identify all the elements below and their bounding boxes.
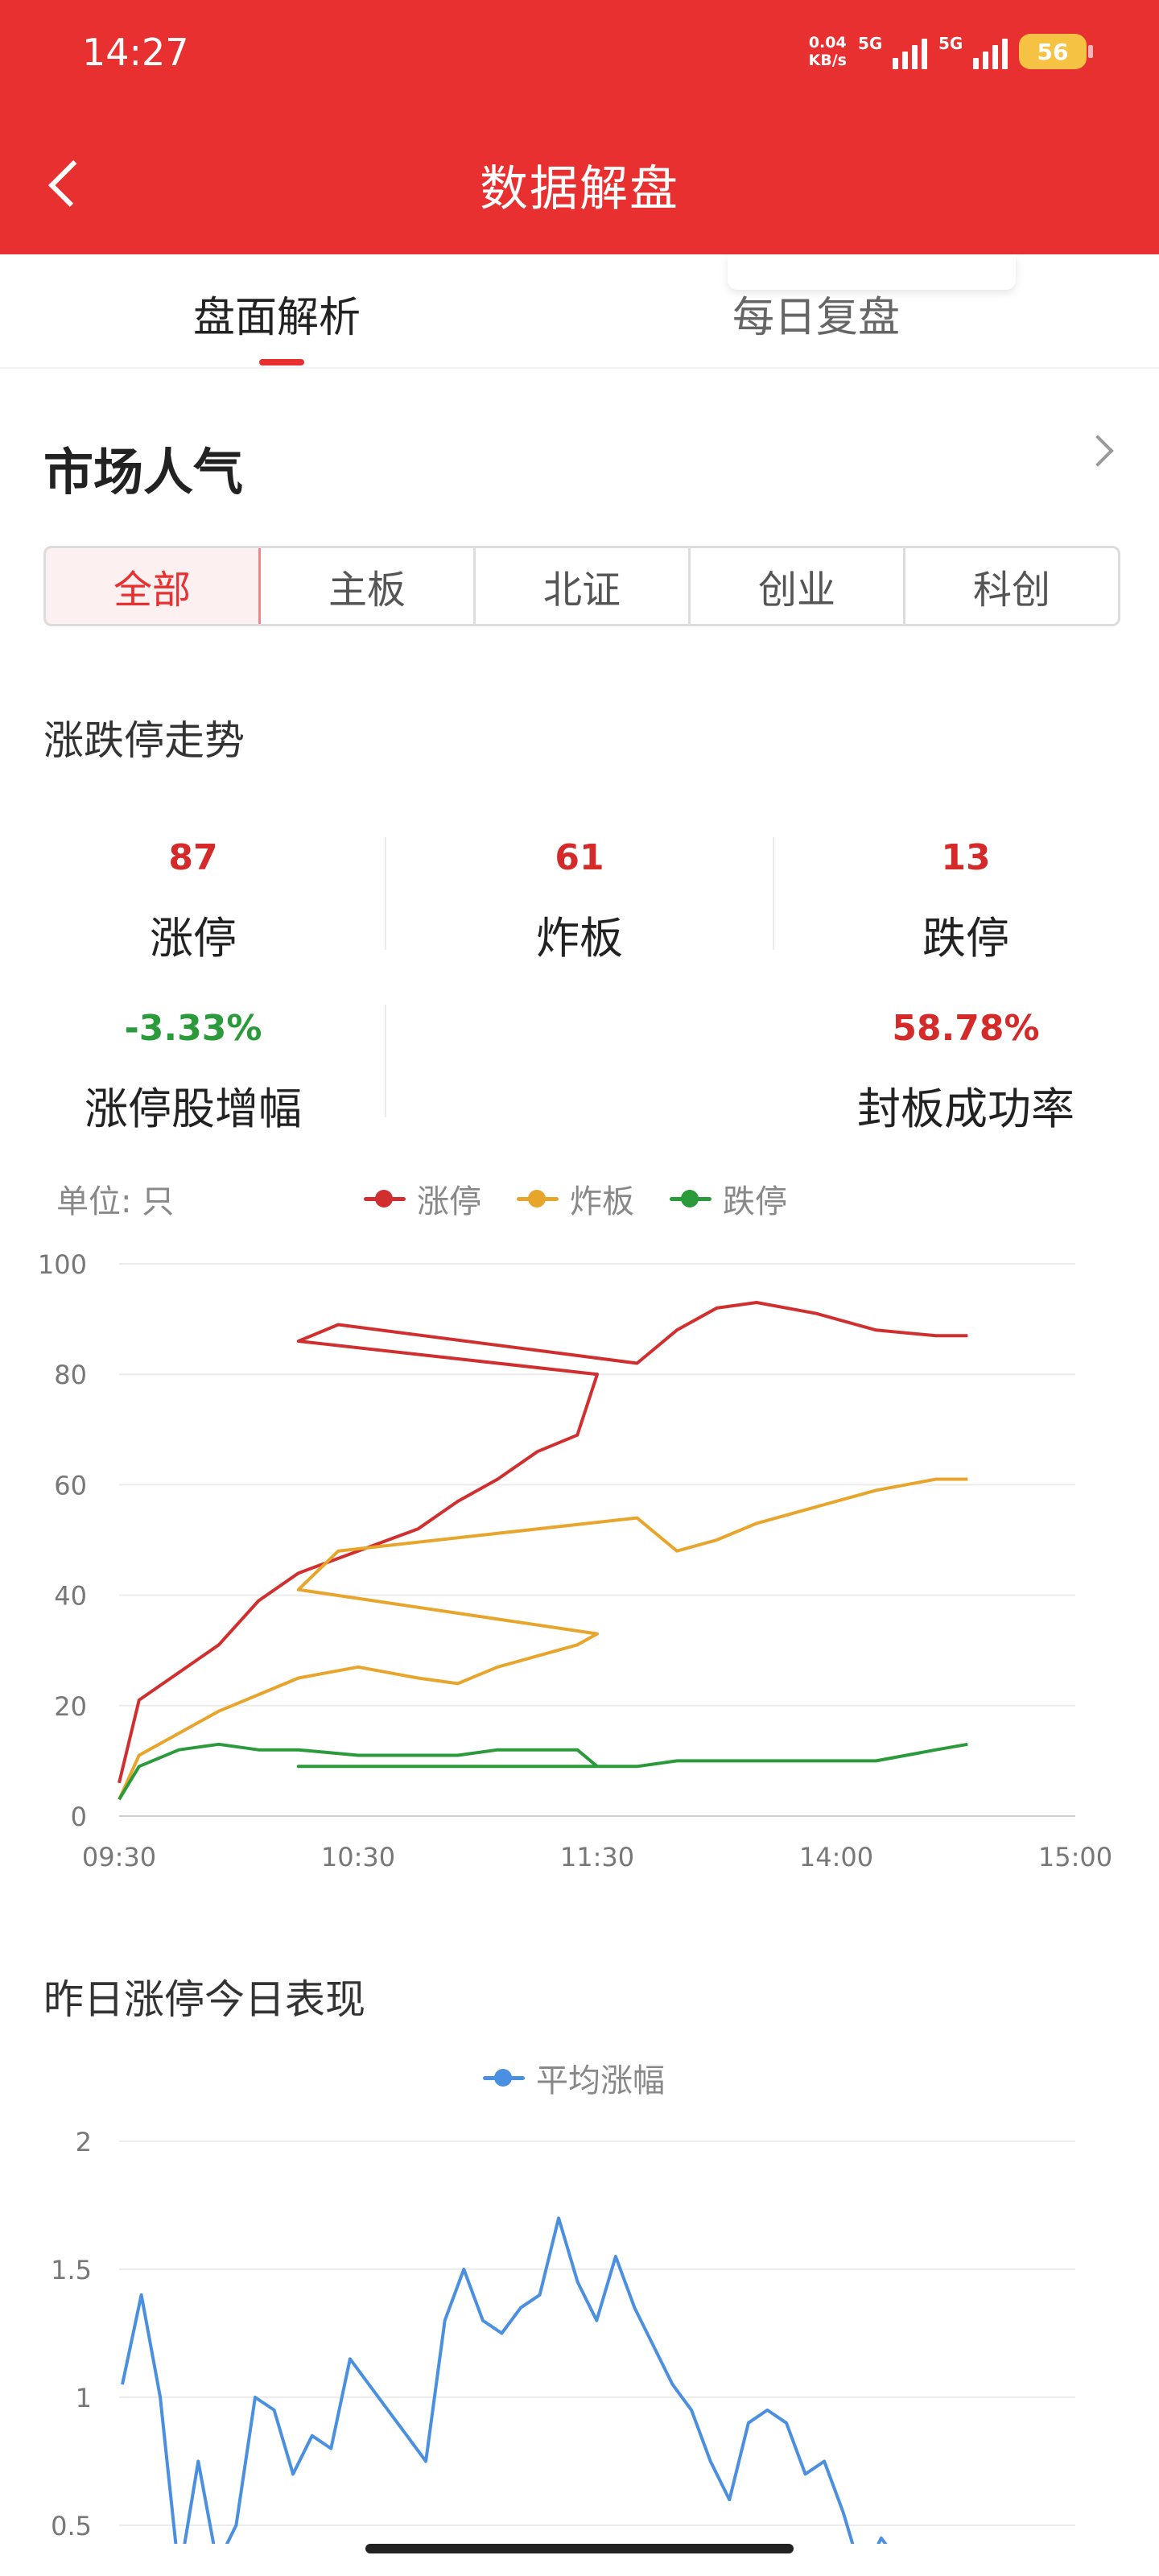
tab-analysis[interactable]: 盘面解析 [193, 283, 361, 344]
stat-broken: 61 炸板 [499, 837, 660, 966]
stat-limit-down: 13 跌停 [885, 837, 1046, 966]
series-line [118, 1742, 968, 1801]
stat-limit-up-gain: -3.33% 涨停股增幅 [48, 1008, 338, 1137]
y-tick-label: 2 [76, 2127, 92, 2157]
y-tick-label: 1.5 [51, 2255, 92, 2285]
divider [385, 837, 386, 950]
legend-limit-up[interactable]: 涨停 [364, 1175, 481, 1222]
filter-all[interactable]: 全部 [46, 548, 261, 624]
stat-broken-label: 炸板 [536, 913, 623, 964]
series-line [121, 2216, 888, 2544]
network-speed: 0.04 KB/s [809, 34, 847, 69]
popover-edge [728, 254, 1016, 290]
legend-marker [670, 1190, 711, 1208]
x-tick-label: 14:00 [799, 1842, 873, 1872]
legend-limit-down[interactable]: 跌停 [670, 1175, 787, 1222]
legend-label: 平均涨幅 [536, 2062, 665, 2099]
net-speed-value: 0.04 [808, 34, 847, 52]
x-tick-label: 09:30 [82, 1842, 156, 1872]
chevron-right-icon[interactable] [1082, 435, 1114, 467]
x-tick-label: 11:30 [560, 1842, 634, 1872]
legend-label: 涨停 [417, 1183, 481, 1220]
stat-seal-rate: 58.78% 封板成功率 [821, 1008, 1111, 1137]
y-tick-label: 100 [38, 1249, 87, 1280]
signal-tag-2: 5G [938, 34, 963, 53]
filter-main-board[interactable]: 主板 [261, 548, 476, 624]
filter-beijing[interactable]: 北证 [476, 548, 691, 624]
filter-chinext[interactable]: 创业 [691, 548, 905, 624]
stat-broken-value: 61 [555, 837, 604, 878]
stat-limit-up: 87 涨停 [113, 837, 274, 966]
stat-seal-rate-label: 封板成功率 [857, 1084, 1074, 1134]
legend-label: 跌停 [723, 1183, 787, 1220]
stat-limit-down-value: 13 [941, 837, 991, 878]
home-indicator [365, 2544, 794, 2553]
limit-trend-chart[interactable]: 0 20 40 60 80 100 09:30 10:30 11:30 14:00 15:00 [0, 1240, 1159, 1884]
board-filter: 全部 主板 北证 创业 科创 [43, 546, 1120, 626]
signal-tag: 5G [858, 34, 883, 53]
subtitle-yesterday: 昨日涨停今日表现 [43, 1976, 365, 2023]
tab-active-indicator [259, 359, 304, 365]
y-tick-label: 0 [71, 1802, 87, 1832]
x-tick-label: 15:00 [1038, 1842, 1112, 1872]
y-tick-label: 40 [54, 1581, 87, 1612]
stat-limit-up-value: 87 [168, 837, 218, 878]
legend-broken[interactable]: 炸板 [517, 1175, 634, 1222]
stat-seal-rate-value: 58.78% [892, 1008, 1040, 1049]
y-tick-label: 80 [54, 1360, 87, 1390]
chart1-legend: 涨停 炸板 跌停 [364, 1175, 823, 1222]
legend-marker [364, 1190, 406, 1208]
section-title-market: 市场人气 [43, 443, 244, 502]
legend-label: 炸板 [570, 1183, 634, 1220]
stat-limit-up-label: 涨停 [150, 913, 237, 964]
net-speed-unit: KB/s [808, 52, 847, 69]
x-tick-label: 10:30 [321, 1842, 395, 1872]
filter-star[interactable]: 科创 [905, 548, 1118, 624]
chart2-legend: 平均涨幅 [483, 2054, 700, 2101]
y-tick-label: 20 [54, 1691, 87, 1722]
battery-level: 56 [1037, 38, 1069, 65]
avg-gain-chart[interactable]: 0.5 1 1.5 2 [0, 2109, 1159, 2544]
y-tick-label: 60 [54, 1470, 87, 1501]
divider [385, 1005, 386, 1117]
chart-unit-label: 单位: 只 [56, 1183, 175, 1220]
y-tick-label: 1 [76, 2383, 92, 2413]
legend-marker [483, 2069, 525, 2087]
battery-icon: 56 [1019, 34, 1093, 69]
y-tick-label: 0.5 [51, 2511, 92, 2541]
stat-limit-up-gain-value: -3.33% [124, 1008, 262, 1049]
divider [773, 837, 774, 950]
subtitle-limit-trend: 涨跌停走势 [43, 717, 245, 764]
page-title: 数据解盘 [480, 161, 679, 217]
series-line [118, 1477, 968, 1801]
stat-limit-down-label: 跌停 [922, 913, 1009, 964]
app-header: 14:27 0.04 KB/s 5G 5G 56 数据解盘 [0, 0, 1159, 254]
stat-limit-up-gain-label: 涨停股增幅 [85, 1084, 302, 1134]
legend-marker [517, 1190, 559, 1208]
status-time: 14:27 [82, 31, 189, 74]
tab-daily-review[interactable]: 每日复盘 [732, 283, 900, 344]
status-icons: 0.04 KB/s 5G 5G 56 [809, 27, 1093, 76]
legend-avg-gain[interactable]: 平均涨幅 [483, 2054, 665, 2101]
signal-icon: 5G [858, 34, 927, 69]
signal-icon-2: 5G [938, 34, 1008, 69]
